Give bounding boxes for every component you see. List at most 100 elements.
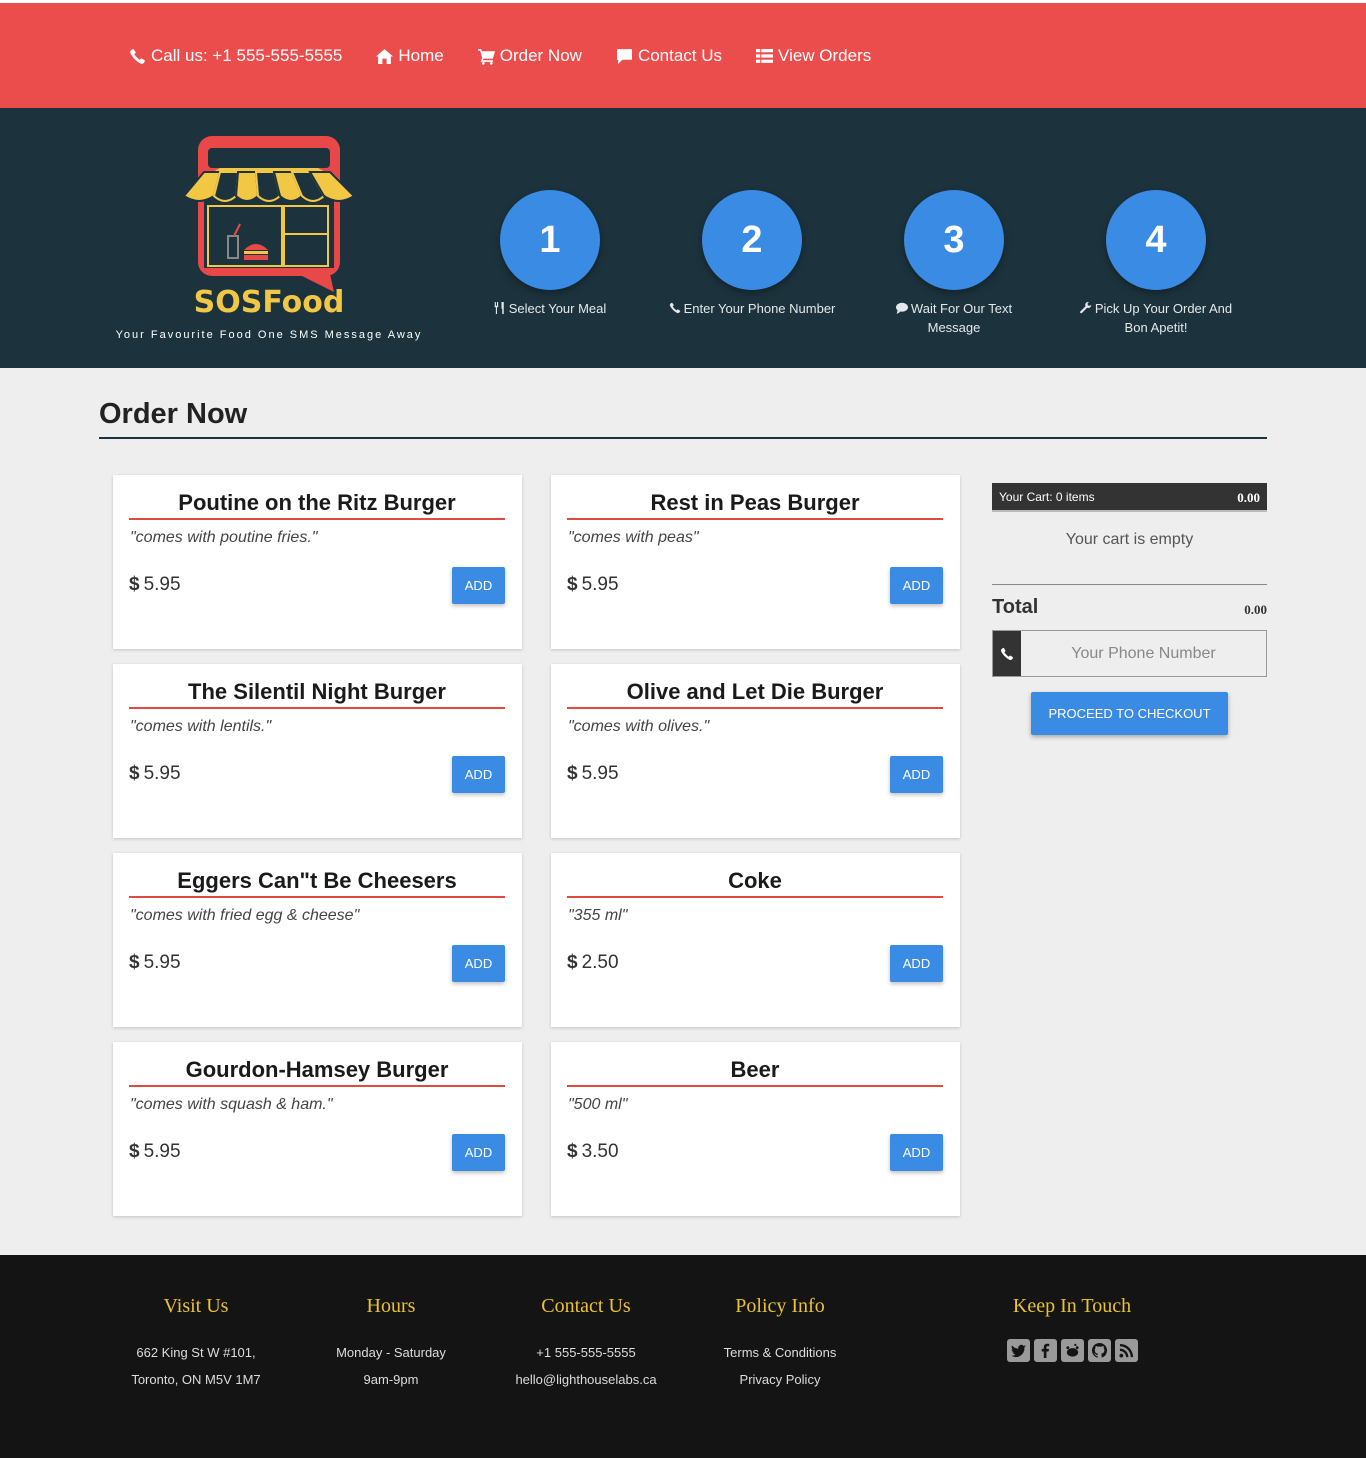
- wrench-icon: [1079, 302, 1092, 314]
- menu-item-name: Rest in Peas Burger: [567, 490, 943, 520]
- footer-policy: Policy Info Terms & Conditions Privacy P…: [680, 1295, 880, 1393]
- cart-total-amount: 0.00: [1244, 602, 1267, 617]
- menu-card: Gourdon-Hamsey Burger "comes with squash…: [113, 1042, 522, 1216]
- menu-item-desc: "comes with peas": [568, 529, 699, 546]
- nav-contact-label: Contact Us: [637, 46, 723, 65]
- cart-total-label: Total: [992, 596, 1039, 618]
- phone-icon: [130, 48, 145, 64]
- nav-view-orders[interactable]: View Orders: [756, 46, 871, 66]
- nav-order-now[interactable]: Order Now: [477, 46, 582, 66]
- nav-contact[interactable]: Contact Us: [616, 46, 722, 66]
- menu-card: Coke "355 ml" $2.50 ADD: [551, 853, 960, 1027]
- terms-link[interactable]: Terms & Conditions: [724, 1345, 837, 1360]
- social-icons: [972, 1339, 1172, 1362]
- proceed-to-checkout-button[interactable]: PROCEED TO CHECKOUT: [1031, 692, 1228, 735]
- menu-item-name: Beer: [567, 1057, 943, 1087]
- footer-hours: Hours Monday - Saturday 9am-9pm: [291, 1295, 491, 1393]
- menu-item-price: $5.95: [129, 763, 181, 784]
- menu-item-desc: "355 ml": [568, 907, 628, 924]
- step-label: Pick Up Your Order And Bon Apetit!: [1071, 299, 1241, 337]
- footer-phone: +1 555-555-5555: [536, 1345, 636, 1360]
- menu-item-name: Eggers Can"t Be Cheesers: [129, 868, 505, 898]
- step-number: 1: [500, 190, 600, 290]
- cutlery-icon: [494, 302, 504, 314]
- reddit-icon[interactable]: [1060, 1339, 1084, 1362]
- phone-icon: [669, 302, 680, 314]
- footer-keep-in-touch: Keep In Touch: [972, 1295, 1172, 1362]
- facebook-icon[interactable]: [1033, 1339, 1057, 1362]
- dollar-icon: $: [567, 952, 578, 973]
- phone-addon: [993, 631, 1021, 676]
- rss-icon[interactable]: [1114, 1339, 1138, 1362]
- dollar-icon: $: [567, 574, 578, 595]
- menu-item-desc: "comes with squash & ham.": [130, 1096, 333, 1113]
- add-to-cart-button[interactable]: ADD: [890, 756, 943, 793]
- cart-icon: [477, 48, 495, 65]
- menu-item-desc: "comes with poutine fries.": [130, 529, 318, 546]
- menu-item-price: $2.50: [567, 952, 619, 973]
- brand-tagline: Your Favourite Food One SMS Message Away: [115, 329, 423, 341]
- footer: Visit Us 662 King St W #101, Toronto, ON…: [0, 1255, 1366, 1458]
- twitter-icon[interactable]: [1006, 1339, 1030, 1362]
- step-label: Select Your Meal: [494, 299, 606, 318]
- step-label: Enter Your Phone Number: [669, 299, 835, 318]
- nav-call[interactable]: Call us: +1 555-555-5555: [129, 46, 342, 66]
- menu-item-price: $5.95: [567, 574, 619, 595]
- footer-hours-time: 9am-9pm: [363, 1372, 419, 1387]
- add-to-cart-button[interactable]: ADD: [452, 945, 505, 982]
- menu-item-desc: "comes with olives.": [568, 718, 710, 735]
- list-icon: [756, 48, 774, 63]
- menu-card: Rest in Peas Burger "comes with peas" $5…: [551, 475, 960, 649]
- dollar-icon: $: [129, 763, 140, 784]
- menu-item-price: $3.50: [567, 1141, 619, 1162]
- footer-heading: Visit Us: [163, 1295, 229, 1317]
- add-to-cart-button[interactable]: ADD: [452, 567, 505, 604]
- footer-visit: Visit Us 662 King St W #101, Toronto, ON…: [96, 1295, 296, 1393]
- step-1: 1 Select Your Meal: [450, 190, 650, 319]
- add-to-cart-button[interactable]: ADD: [890, 1134, 943, 1171]
- top-navbar: Call us: +1 555-555-5555 Home Order Now …: [0, 0, 1366, 108]
- footer-hours-days: Monday - Saturday: [336, 1345, 446, 1360]
- menu-item-name: Coke: [567, 868, 943, 898]
- nav-call-label: Call us: +1 555-555-5555: [151, 46, 343, 65]
- menu-card: Olive and Let Die Burger "comes with oli…: [551, 664, 960, 838]
- step-number: 4: [1106, 190, 1206, 290]
- order-now-title: Order Now: [99, 398, 248, 430]
- menu-item-price: $5.95: [129, 574, 181, 595]
- nav-home-label: Home: [398, 46, 444, 65]
- menu-card: Eggers Can"t Be Cheesers "comes with fri…: [113, 853, 522, 1027]
- add-to-cart-button[interactable]: ADD: [452, 756, 505, 793]
- menu-item-name: Poutine on the Ritz Burger: [129, 490, 505, 520]
- dollar-icon: $: [567, 763, 578, 784]
- nav-home[interactable]: Home: [376, 46, 444, 66]
- menu-item-desc: "comes with fried egg & cheese": [130, 907, 360, 924]
- footer-address-line1: 662 King St W #101,: [136, 1345, 256, 1360]
- footer-heading: Contact Us: [541, 1295, 631, 1317]
- footer-heading: Keep In Touch: [1012, 1295, 1132, 1317]
- privacy-link[interactable]: Privacy Policy: [740, 1372, 821, 1387]
- add-to-cart-button[interactable]: ADD: [890, 567, 943, 604]
- section-divider: [99, 437, 1267, 439]
- step-label: Wait For Our Text Message: [884, 299, 1024, 337]
- phone-number-input[interactable]: [1021, 631, 1266, 676]
- add-to-cart-button[interactable]: ADD: [452, 1134, 505, 1171]
- cart-header: Your Cart: 0 items 0.00: [992, 483, 1267, 512]
- add-to-cart-button[interactable]: ADD: [890, 945, 943, 982]
- menu-item-desc: "500 ml": [568, 1096, 628, 1113]
- step-3: 3 Wait For Our Text Message: [854, 190, 1054, 337]
- github-icon[interactable]: [1087, 1339, 1111, 1362]
- dollar-icon: $: [129, 952, 140, 973]
- cart-count: Your Cart: 0 items: [999, 490, 1095, 504]
- nav-items: Call us: +1 555-555-5555 Home Order Now …: [129, 46, 905, 66]
- hero-banner: SOSFood Your Favourite Food One SMS Mess…: [0, 108, 1366, 368]
- footer-email-link[interactable]: hello@lighthouselabs.ca: [515, 1372, 656, 1387]
- nav-order-label: Order Now: [499, 46, 582, 65]
- menu-item-price: $5.95: [129, 1141, 181, 1162]
- comment-icon: [617, 48, 632, 64]
- menu-card: Poutine on the Ritz Burger "comes with p…: [113, 475, 522, 649]
- footer-address-line2: Toronto, ON M5V 1M7: [131, 1372, 261, 1387]
- menu-item-name: Olive and Let Die Burger: [567, 679, 943, 709]
- step-4: 4 Pick Up Your Order And Bon Apetit!: [1056, 190, 1256, 337]
- footer-contact: Contact Us +1 555-555-5555 hello@lightho…: [486, 1295, 686, 1393]
- brand-name: SOSFood: [194, 285, 345, 320]
